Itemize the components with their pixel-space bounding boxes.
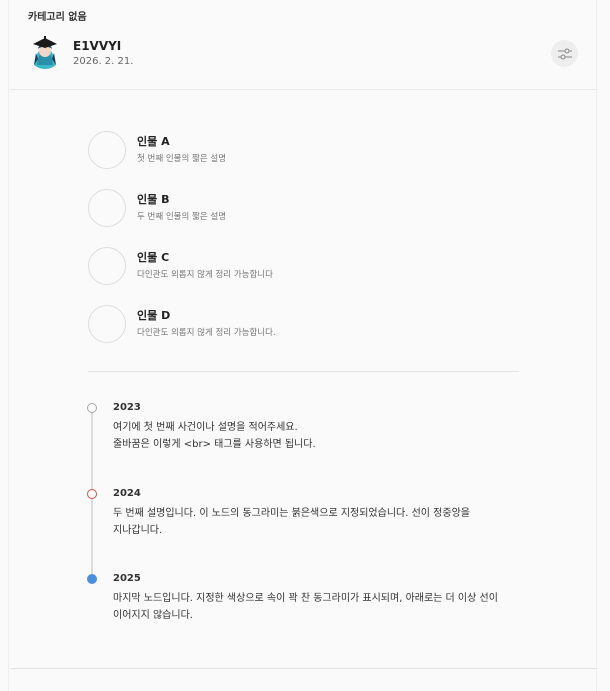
person-item: 인물 B 두 번째 인물의 짧은 설명	[88, 189, 508, 229]
timeline-text: 두 번째 설명입니다. 이 노드의 동그라미는 붉은색으로 지정되었습니다. 선…	[113, 505, 533, 539]
timeline-line-text: 두 번째 설명입니다. 이 노드의 동그라미는 붉은색으로 지정되었습니다. 선…	[113, 508, 470, 519]
timeline-dot	[87, 574, 97, 584]
person-avatar	[88, 305, 126, 343]
post-date: 2026. 2. 21.	[73, 56, 134, 67]
timeline-year: 2023	[113, 402, 141, 413]
person-item: 인물 D 다인관도 외롭지 않게 정리 가능합니다.	[88, 305, 508, 345]
timeline-line-text: 지나갑니다.	[113, 525, 163, 536]
section-divider	[88, 371, 519, 372]
timeline-year: 2025	[113, 573, 141, 584]
person-avatar	[88, 131, 126, 169]
category-label[interactable]: 카테고리 없음	[28, 8, 87, 23]
person-avatar	[88, 189, 126, 227]
person-desc: 다인관도 외롭지 않게 정리 가능합니다	[137, 270, 273, 280]
timeline-text: 마지막 노드입니다. 지정한 색상으로 속이 꽉 찬 동그라미가 표시되며, 아…	[113, 590, 533, 624]
person-desc: 첫 번째 인물의 짧은 설명	[137, 154, 227, 164]
timeline-line-text: 여기에 첫 번째 사건이나 설명을 적어주세요.	[113, 422, 298, 433]
timeline-dot	[87, 403, 97, 413]
post-page: 카테고리 없음 E1VVYI 2026. 2. 21. 인물 A 첫 번째 인물…	[0, 0, 610, 691]
right-border	[596, 0, 597, 691]
post-header: E1VVYI 2026. 2. 21.	[0, 30, 610, 88]
timeline-year: 2024	[113, 488, 141, 499]
person-name: 인물 B	[137, 193, 170, 206]
header-divider	[10, 89, 597, 90]
settings-button[interactable]	[551, 40, 578, 67]
person-name: 인물 C	[137, 251, 170, 264]
timeline-dot	[87, 489, 97, 499]
timeline-line-text: 줄바꿈은 이렇게 <br> 태그를 사용하면 됩니다.	[113, 439, 316, 450]
timeline-line-text: 이어지지 않습니다.	[113, 610, 193, 621]
person-item: 인물 C 다인관도 외롭지 않게 정리 가능합니다	[88, 247, 508, 287]
person-item: 인물 A 첫 번째 인물의 짧은 설명	[88, 131, 508, 171]
timeline-line-text: 마지막 노드입니다. 지정한 색상으로 속이 꽉 찬 동그라미가 표시되며, 아…	[113, 593, 498, 604]
author-avatar[interactable]	[28, 35, 62, 69]
person-desc: 두 번째 인물의 짧은 설명	[137, 212, 227, 222]
sliders-icon	[557, 48, 572, 59]
left-border	[8, 0, 9, 691]
footer-divider	[10, 668, 597, 669]
timeline-text: 여기에 첫 번째 사건이나 설명을 적어주세요. 줄바꿈은 이렇게 <br> 태…	[113, 419, 533, 453]
person-avatar	[88, 247, 126, 285]
person-name: 인물 D	[137, 309, 171, 322]
person-name: 인물 A	[137, 135, 170, 148]
author-name[interactable]: E1VVYI	[73, 39, 121, 53]
person-desc: 다인관도 외롭지 않게 정리 가능합니다.	[137, 328, 276, 338]
